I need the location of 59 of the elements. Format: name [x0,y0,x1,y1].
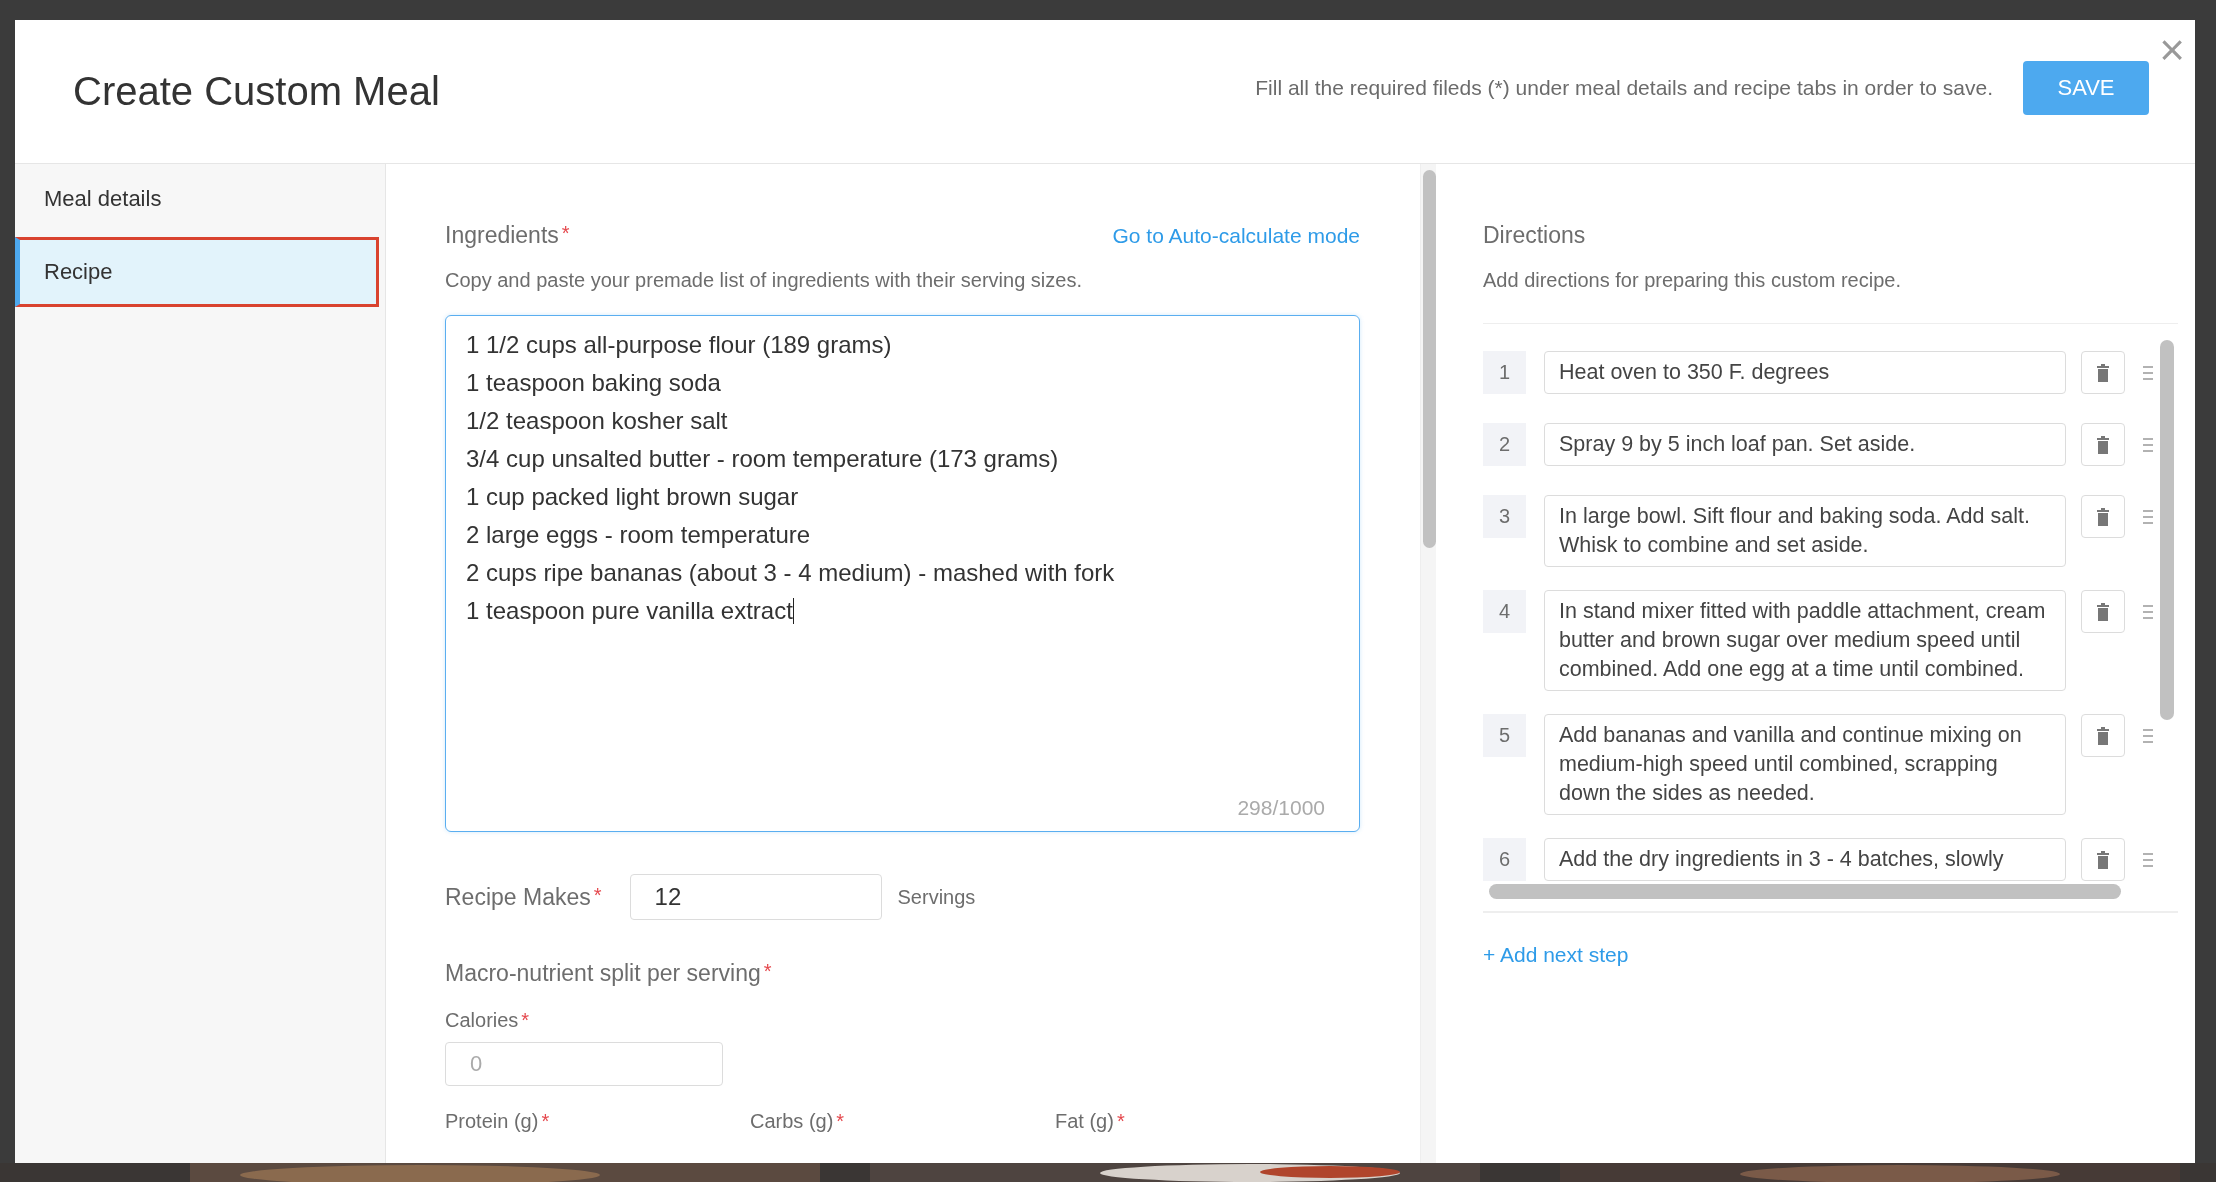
required-mark: * [763,960,772,983]
required-mark: * [521,1009,530,1032]
macro-split-label: Macro-nutrient split per serving [445,960,761,987]
drag-handle-icon[interactable] [2143,509,2153,525]
macro-field-label: Carbs (g) [750,1110,834,1133]
trash-icon [2097,726,2109,745]
servings-unit: Servings [897,885,976,909]
required-mark: * [593,883,602,907]
delete-button[interactable] [2081,590,2125,633]
required-mark: * [1116,1110,1125,1133]
step-number: 6 [1483,838,1526,881]
directions-hint: Add directions for preparing this custom recipe. [1483,269,1902,292]
calories-label: Calories [445,1009,519,1032]
drag-handle-icon[interactable] [2143,728,2153,744]
ingredients-hint: Copy and paste your premade list of ingredients with their serving sizes. [445,269,1083,292]
drag-handle-icon[interactable] [2143,604,2153,620]
required-mark: * [836,1110,845,1133]
step-field[interactable]: In stand mixer fitted with paddle attachment, cream butter and brown sugar over medium speed until combined. Add one egg at a time until combined. [1544,590,2066,691]
step-field[interactable]: Add bananas and vanilla and continue mixing on medium-high speed until combined, scrapping down the sides as needed. [1544,714,2066,815]
trash-icon [2097,602,2109,621]
macro-field-label: Fat (g) [1055,1110,1114,1133]
sidebar-item[interactable]: Meal details [15,164,385,234]
step-number: 1 [1483,351,1526,394]
required-mark: * [561,222,570,245]
delete-button[interactable] [2081,423,2125,466]
required-mark: * [541,1110,550,1133]
step-number: 4 [1483,590,1526,633]
delete-button[interactable] [2081,838,2125,881]
calories-input[interactable]: 0 [445,1042,723,1086]
trash-icon [2097,435,2109,454]
drag-handle-icon[interactable] [2143,365,2153,381]
trash-icon [2097,363,2109,382]
scrollbar[interactable] [1489,884,2121,899]
delete-button[interactable] [2081,714,2125,757]
window-title: Create Custom Meal [73,69,440,114]
sidebar-item[interactable]: Recipe [15,237,379,307]
ingredients-label: Ingredients [445,222,559,249]
drag-handle-icon[interactable] [2143,852,2153,868]
step-number: 5 [1483,714,1526,757]
servings-input[interactable]: 12 [629,874,882,920]
delete-button[interactable] [2081,495,2125,538]
recipe-makes-label: Recipe Makes [445,883,591,911]
step-field[interactable]: In large bowl. Sift flour and baking soda. Add salt. Whisk to combine and set aside. [1544,495,2066,567]
scrollbar[interactable] [1420,164,1436,1163]
character-counter: 298/1000 [1237,795,1325,821]
directions-label: Directions [1483,222,1587,249]
step-field[interactable]: Heat oven to 350 F. degrees [1544,351,2066,394]
step-number: 2 [1483,423,1526,466]
save-notice: Fill all the required fileds (*) under meal details and recipe tabs in order to save. [1255,75,1993,100]
drag-handle-icon[interactable] [2143,437,2153,453]
trash-icon [2097,850,2109,869]
macro-field-label: Protein (g) [445,1110,539,1133]
step-number: 3 [1483,495,1526,538]
delete-button[interactable] [2081,351,2125,394]
scrollbar[interactable] [2160,340,2174,720]
trash-icon [2097,507,2109,526]
step-field[interactable]: Spray 9 by 5 inch loaf pan. Set aside. [1544,423,2066,466]
step-field[interactable]: Add the dry ingredients in 3 - 4 batches, slowly [1544,838,2066,881]
ingredients-field[interactable]: 1 1/2 cups all-purpose flour (189 grams) 1 teaspoon baking soda 1/2 teaspoon kosher salt 3/4 cup unsalted butter - room temperature (173 grams) 1 cup packed light brown sugar 2 large eggs - room temperature 2 cups ripe bananas (about 3 - 4 medium) - mashed with fork 1 teaspoon pure vanilla extract 298/1000 [445,315,1360,832]
